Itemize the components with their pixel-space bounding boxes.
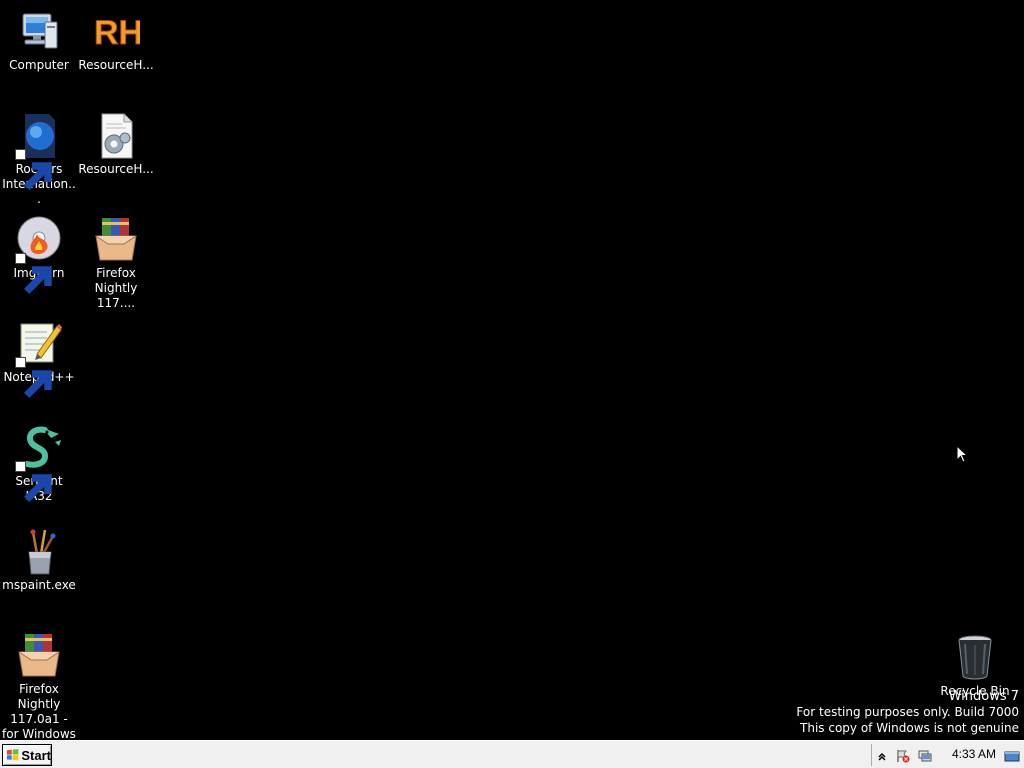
shortcut-arrow-icon	[15, 357, 52, 398]
desktop-icon-label: ResourceH...	[78, 162, 154, 176]
svg-text:RH: RH	[94, 14, 140, 52]
desktop-icon-label: Computer	[9, 58, 69, 72]
rockers-international-icon	[15, 112, 63, 190]
desktop-icon-notepad-plus-plus[interactable]: Notepad++	[1, 320, 77, 398]
winrar-archive-icon	[92, 216, 140, 264]
shortcut-arrow-icon	[15, 253, 52, 294]
network-icon[interactable]	[918, 748, 932, 762]
desktop-icon-resource-hacker-config[interactable]: ResourceH...	[78, 112, 154, 177]
start-button[interactable]: Start	[2, 744, 52, 766]
notification-area: 4:33 AM	[871, 744, 1024, 766]
action-center-flag-icon[interactable]	[896, 748, 910, 763]
taskbar: Start 4:33 AM	[0, 740, 1024, 768]
desktop-icon-label: mspaint.exe	[2, 578, 76, 592]
show-desktop-icon[interactable]	[1004, 748, 1020, 762]
mouse-pointer-icon	[956, 444, 969, 465]
start-label: Start	[21, 747, 51, 763]
desktop-icon-rockers-international[interactable]: Rockers Internation...	[1, 112, 77, 207]
desktop-icon-mspaint[interactable]: mspaint.exe	[1, 528, 77, 593]
serpent-ia32-icon	[15, 424, 63, 502]
system-clock[interactable]: 4:33 AM	[952, 747, 996, 761]
desktop-icon-firefox-nightly-archive-2[interactable]: Firefox Nightly 117.0a1 - for Windows 7	[1, 632, 77, 757]
recycle-bin-icon	[951, 634, 999, 682]
resource-hacker-config-icon	[92, 112, 140, 160]
watermark-genuine-line: This copy of Windows is not genuine	[800, 721, 1019, 735]
desktop-icon-label: Firefox Nightly 117....	[94, 266, 138, 310]
shortcut-arrow-icon	[15, 461, 52, 502]
computer-icon	[15, 8, 63, 56]
windows-build-watermark: Windows 7 For testing purposes only. Bui…	[796, 689, 1019, 736]
desktop-icon-firefox-nightly-archive-1[interactable]: Firefox Nightly 117....	[78, 216, 154, 311]
desktop-icon-serpent-ia32[interactable]: Serpent IA32	[1, 424, 77, 504]
desktop: Computer RH ResourceH... Rockers Interna…	[0, 0, 1024, 756]
desktop-icon-imgburn[interactable]: ImgBurn	[1, 216, 77, 294]
desktop-icon-computer[interactable]: Computer	[1, 8, 77, 73]
resource-hacker-icon: RH	[92, 8, 141, 56]
notepad-plus-plus-icon	[15, 320, 63, 398]
desktop-icon-label: ResourceH...	[78, 58, 154, 72]
watermark-build-line: For testing purposes only. Build 7000	[796, 705, 1019, 719]
shortcut-arrow-icon	[15, 149, 52, 190]
show-hidden-icons-chevron-icon[interactable]	[875, 748, 889, 762]
windows-flag-icon	[6, 749, 19, 761]
imgburn-icon	[15, 216, 63, 294]
mspaint-icon	[15, 528, 63, 576]
watermark-title: Windows 7	[948, 689, 1019, 704]
winrar-archive-icon	[15, 632, 63, 680]
desktop-icon-resource-hacker[interactable]: RH ResourceH...	[78, 8, 154, 73]
